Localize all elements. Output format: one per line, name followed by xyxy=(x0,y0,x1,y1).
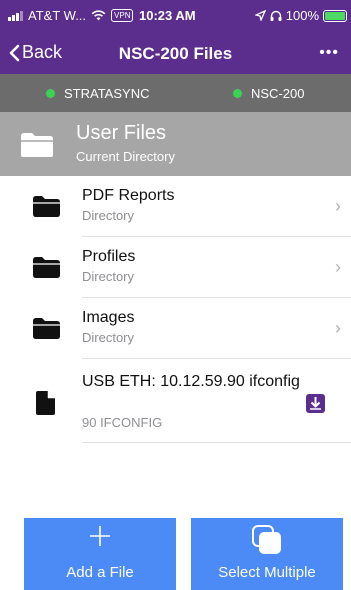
status-left: AT&T W... VPN xyxy=(8,8,134,23)
current-directory: User Files Current Directory xyxy=(0,112,351,176)
current-directory-name: User Files xyxy=(76,122,167,144)
status-right: 100% xyxy=(254,8,347,23)
list-item-profiles[interactable]: Profiles Directory › xyxy=(0,237,351,298)
carrier-label: AT&T W... xyxy=(28,8,87,23)
item-type: Directory xyxy=(82,330,135,345)
folder-icon xyxy=(21,133,53,157)
add-file-button[interactable]: Add a File xyxy=(24,518,176,590)
folder-icon xyxy=(33,196,60,217)
item-name: PDF Reports xyxy=(82,187,175,204)
connection-label: NSC-200 xyxy=(251,86,305,101)
item-name: Images xyxy=(82,309,135,326)
plus-icon xyxy=(24,524,176,548)
file-list: PDF Reports Directory › Profiles Directo… xyxy=(0,176,351,443)
file-icon xyxy=(36,391,55,415)
item-type: Directory xyxy=(82,269,135,284)
status-time: 10:23 AM xyxy=(139,8,196,23)
wifi-icon xyxy=(91,10,106,21)
chevron-right-icon: › xyxy=(335,257,341,277)
list-item-pdf-reports[interactable]: PDF Reports Directory › xyxy=(0,176,351,237)
add-file-label: Add a File xyxy=(66,564,134,581)
connection-bar: STRATASYNC NSC-200 xyxy=(0,74,351,112)
folder-icon xyxy=(33,257,60,278)
page-title: NSC-200 Files xyxy=(118,44,233,63)
file-type: 90 IFCONFIG xyxy=(82,415,163,430)
list-item-file[interactable]: USB ETH: 10.12.59.90 ifconfig 90 IFCONFI… xyxy=(0,359,351,443)
status-dot-icon xyxy=(46,89,55,98)
select-multiple-label: Select Multiple xyxy=(218,564,316,581)
connection-nsc200: NSC-200 xyxy=(233,86,304,101)
battery-icon xyxy=(323,9,347,22)
connection-stratasync: STRATASYNC xyxy=(46,86,149,101)
header: AT&T W... VPN 10:23 AM 100% Back NSC-200… xyxy=(0,0,351,74)
list-item-images[interactable]: Images Directory › xyxy=(0,298,351,359)
more-button[interactable]: ••• xyxy=(319,44,339,62)
download-icon[interactable] xyxy=(306,394,325,413)
battery-percent: 100% xyxy=(285,8,319,23)
divider xyxy=(82,442,351,443)
vpn-badge: VPN xyxy=(111,9,134,22)
item-type: Directory xyxy=(82,208,135,223)
chevron-right-icon: › xyxy=(335,196,341,216)
folder-icon xyxy=(33,318,60,339)
headphones-icon xyxy=(270,10,282,21)
connection-label: STRATASYNC xyxy=(64,86,150,101)
file-name: USB ETH: 10.12.59.90 ifconfig xyxy=(82,373,300,390)
nav-bar: Back NSC-200 Files ••• xyxy=(0,32,351,74)
select-multiple-button[interactable]: Select Multiple xyxy=(191,518,343,590)
current-directory-subtitle: Current Directory xyxy=(76,149,175,164)
chevron-right-icon: › xyxy=(335,318,341,338)
select-multiple-icon xyxy=(191,524,343,556)
item-name: Profiles xyxy=(82,248,136,265)
signal-icon xyxy=(8,10,23,21)
location-arrow-icon xyxy=(254,10,266,21)
status-bar: AT&T W... VPN 10:23 AM 100% xyxy=(0,0,351,30)
status-dot-icon xyxy=(233,89,242,98)
